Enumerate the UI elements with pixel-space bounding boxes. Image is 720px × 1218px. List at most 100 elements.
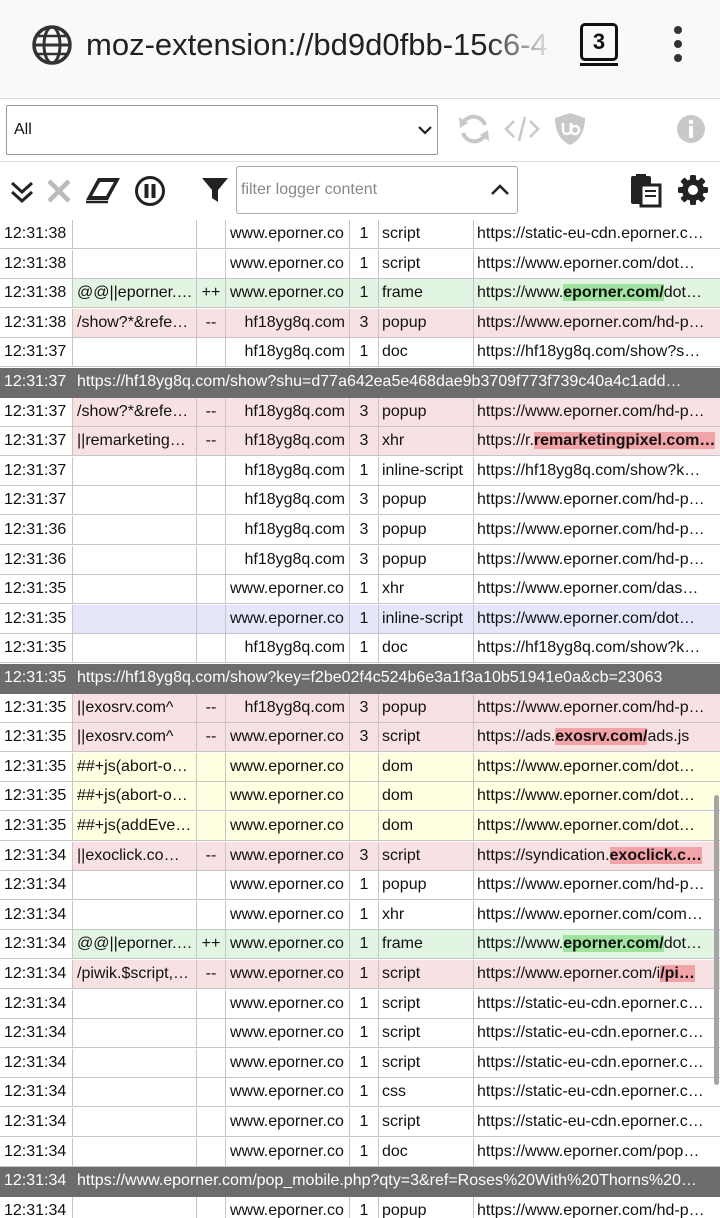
filter-action xyxy=(197,338,226,368)
context-domain: www.eporner.co xyxy=(226,1137,350,1167)
request-type: dom xyxy=(379,782,474,812)
log-row[interactable]: 12:31:34 www.eporner.co 1 script https://sta… xyxy=(0,989,720,1020)
chevron-up-icon[interactable] xyxy=(489,179,511,201)
document-separator-row[interactable]: 12:31:35 https://hf18yg8q.com/show?key=f2… xyxy=(0,664,720,694)
filter-action: -- xyxy=(197,960,226,989)
filter-action xyxy=(197,545,226,575)
logger-table[interactable]: 12:31:38 www.eporner.co 1 script https://sta… xyxy=(0,220,720,1218)
log-row[interactable]: 12:31:34 www.eporner.co 1 css https://static… xyxy=(0,1078,720,1108)
log-row[interactable]: 12:31:35 hf18yg8q.com 1 doc https://hf18yg8q… xyxy=(0,634,720,664)
request-url: https://www.eporner.com/dot… xyxy=(474,812,720,841)
request-url: https://www.eporner.com/dot… xyxy=(474,279,720,309)
entry-time: 12:31:36 xyxy=(0,516,73,545)
info-icon[interactable] xyxy=(675,113,707,145)
scrollbar[interactable] xyxy=(714,795,719,1085)
pause-icon[interactable] xyxy=(134,175,166,207)
context-domain: www.eporner.co xyxy=(226,752,350,782)
log-row[interactable]: 12:31:34 www.eporner.co 1 script https://sta… xyxy=(0,1048,720,1079)
request-url: https://www.eporner.com/dot… xyxy=(474,250,720,279)
filter-input[interactable] xyxy=(239,169,483,211)
double-chevron-down-icon[interactable] xyxy=(8,178,36,206)
party-indicator: 1 xyxy=(350,456,379,486)
request-type: xhr xyxy=(379,575,474,605)
log-row[interactable]: 12:31:38 www.eporner.co 1 script https://sta… xyxy=(0,220,720,250)
clipboard-export-icon[interactable] xyxy=(628,172,664,208)
filter-action xyxy=(197,1108,226,1137)
document-separator-row[interactable]: 12:31:34 https://www.eporner.com/pop_mobi… xyxy=(0,1167,720,1198)
reload-icon[interactable] xyxy=(456,111,492,147)
request-type: inline-script xyxy=(379,604,474,634)
url-suffix: ads.js xyxy=(647,728,690,746)
matched-filter: ||exosrv.com^ xyxy=(73,723,197,753)
log-row[interactable]: 12:31:34 www.eporner.co 1 doc https://www.ep… xyxy=(0,1137,720,1168)
log-row[interactable]: 12:31:38 @@||eporner.… ++ www.eporner.co 1 fr… xyxy=(0,279,720,309)
matched-filter: ||remarketing… xyxy=(73,427,197,457)
log-row[interactable]: 12:31:34 www.eporner.co 1 xhr https://www.ep… xyxy=(0,900,720,931)
context-domain: www.eporner.co xyxy=(226,1196,350,1218)
funnel-icon[interactable] xyxy=(200,175,230,205)
context-domain: www.eporner.co xyxy=(226,575,350,605)
code-icon[interactable] xyxy=(504,111,540,147)
request-type: script xyxy=(379,723,474,753)
party-indicator xyxy=(350,812,379,841)
log-row[interactable]: 12:31:36 hf18yg8q.com 3 popup https://www.ep… xyxy=(0,545,720,576)
context-domain: hf18yg8q.com xyxy=(226,456,350,486)
log-row[interactable]: 12:31:34 www.eporner.co 1 popup https://www.… xyxy=(0,871,720,901)
entry-time: 12:31:35 xyxy=(0,575,73,605)
entry-time: 12:31:38 xyxy=(0,249,73,279)
context-domain: www.eporner.co xyxy=(226,989,350,1019)
party-indicator: 3 xyxy=(350,841,379,871)
request-type: popup xyxy=(379,693,474,723)
request-url: https://r.remarketingpixel.com… xyxy=(474,427,720,457)
log-row[interactable]: 12:31:35 ##+js(abort-o… www.eporner.co dom h… xyxy=(0,752,720,783)
log-row[interactable]: 12:31:34 ||exoclick.co… -- www.eporner.co 3 s… xyxy=(0,841,720,872)
log-row[interactable]: 12:31:35 ||exosrv.com^ -- hf18yg8q.com 3 popu… xyxy=(0,693,720,724)
log-row[interactable]: 12:31:35 ##+js(abort-o… www.eporner.co dom h… xyxy=(0,782,720,812)
log-row[interactable]: 12:31:35 www.eporner.co 1 xhr https://www.ep… xyxy=(0,575,720,605)
log-row[interactable]: 12:31:38 www.eporner.co 1 script https://www… xyxy=(0,249,720,280)
context-domain: hf18yg8q.com xyxy=(226,308,350,338)
log-row[interactable]: 12:31:34 @@||eporner.… ++ www.eporner.co 1 fr… xyxy=(0,930,720,960)
party-indicator: 1 xyxy=(350,249,379,279)
browser-address-bar: moz-extension://bd9d0fbb-15c6-4 3 xyxy=(0,0,720,99)
tab-select[interactable]: All xyxy=(6,105,438,155)
matched-filter xyxy=(73,1108,197,1137)
log-row[interactable]: 12:31:35 ||exosrv.com^ -- www.eporner.co 3 sc… xyxy=(0,723,720,753)
entry-time: 12:31:38 xyxy=(0,279,73,309)
eraser-icon[interactable] xyxy=(84,176,122,204)
log-row[interactable]: 12:31:34 www.eporner.co 1 script https://sta… xyxy=(0,1108,720,1138)
filter-action xyxy=(197,782,226,812)
ublock-shield-icon[interactable] xyxy=(552,111,588,147)
log-row[interactable]: 12:31:37 hf18yg8q.com 1 doc https://hf18yg8q… xyxy=(0,338,720,368)
url-field[interactable]: moz-extension://bd9d0fbb-15c6-4 xyxy=(86,22,556,68)
request-url: https://www.eporner.com/hd-p… xyxy=(474,871,720,901)
entry-time: 12:31:35 xyxy=(0,812,73,841)
gear-icon[interactable] xyxy=(677,174,709,206)
log-row[interactable]: 12:31:35 www.eporner.co 1 inline-script http… xyxy=(0,604,720,635)
matched-filter: ||exosrv.com^ xyxy=(73,693,197,723)
url-matched-part: /pi… xyxy=(660,965,695,982)
kebab-menu-icon[interactable] xyxy=(660,24,696,64)
log-row[interactable]: 12:31:38/show?*&refe… -- hf18yg8q.com 3 popu… xyxy=(0,308,720,339)
document-separator-row[interactable]: 12:31:37 https://hf18yg8q.com/show?shu=d7… xyxy=(0,368,720,398)
party-indicator: 3 xyxy=(350,486,379,516)
context-domain: www.eporner.co xyxy=(226,279,350,309)
log-row[interactable]: 12:31:36 hf18yg8q.com 3 popup https://www.ep… xyxy=(0,516,720,546)
url-matched-part: exosrv.com/ xyxy=(555,728,648,746)
log-row[interactable]: 12:31:37 hf18yg8q.com 3 popup https://www.ep… xyxy=(0,486,720,516)
log-row[interactable]: 12:31:37 ||remarketing… -- hf18yg8q.com 3 xhr… xyxy=(0,427,720,457)
entry-time: 12:31:35 xyxy=(0,604,73,634)
log-row[interactable]: 12:31:34 www.eporner.co 1 popup https://www.… xyxy=(0,1196,720,1218)
log-row[interactable]: 12:31:35 ##+js(addEve… www.eporner.co dom ht… xyxy=(0,812,720,842)
tab-count-underline xyxy=(580,63,618,66)
log-row[interactable]: 12:31:37/show?*&refe… -- hf18yg8q.com 3 popu… xyxy=(0,397,720,428)
matched-filter xyxy=(73,1019,197,1049)
tab-count-button[interactable]: 3 xyxy=(580,23,618,61)
log-row[interactable]: 12:31:34 www.eporner.co 1 script https://sta… xyxy=(0,1019,720,1049)
clear-x-icon[interactable] xyxy=(46,178,72,204)
log-row[interactable]: 12:31:37 hf18yg8q.com 1 inline-script https:… xyxy=(0,456,720,487)
matched-filter xyxy=(73,604,197,634)
log-row[interactable]: 12:31:34/piwik.$script,… -- www.eporner.co… xyxy=(0,960,720,990)
context-domain: hf18yg8q.com xyxy=(226,486,350,516)
globe-icon[interactable] xyxy=(30,23,74,67)
